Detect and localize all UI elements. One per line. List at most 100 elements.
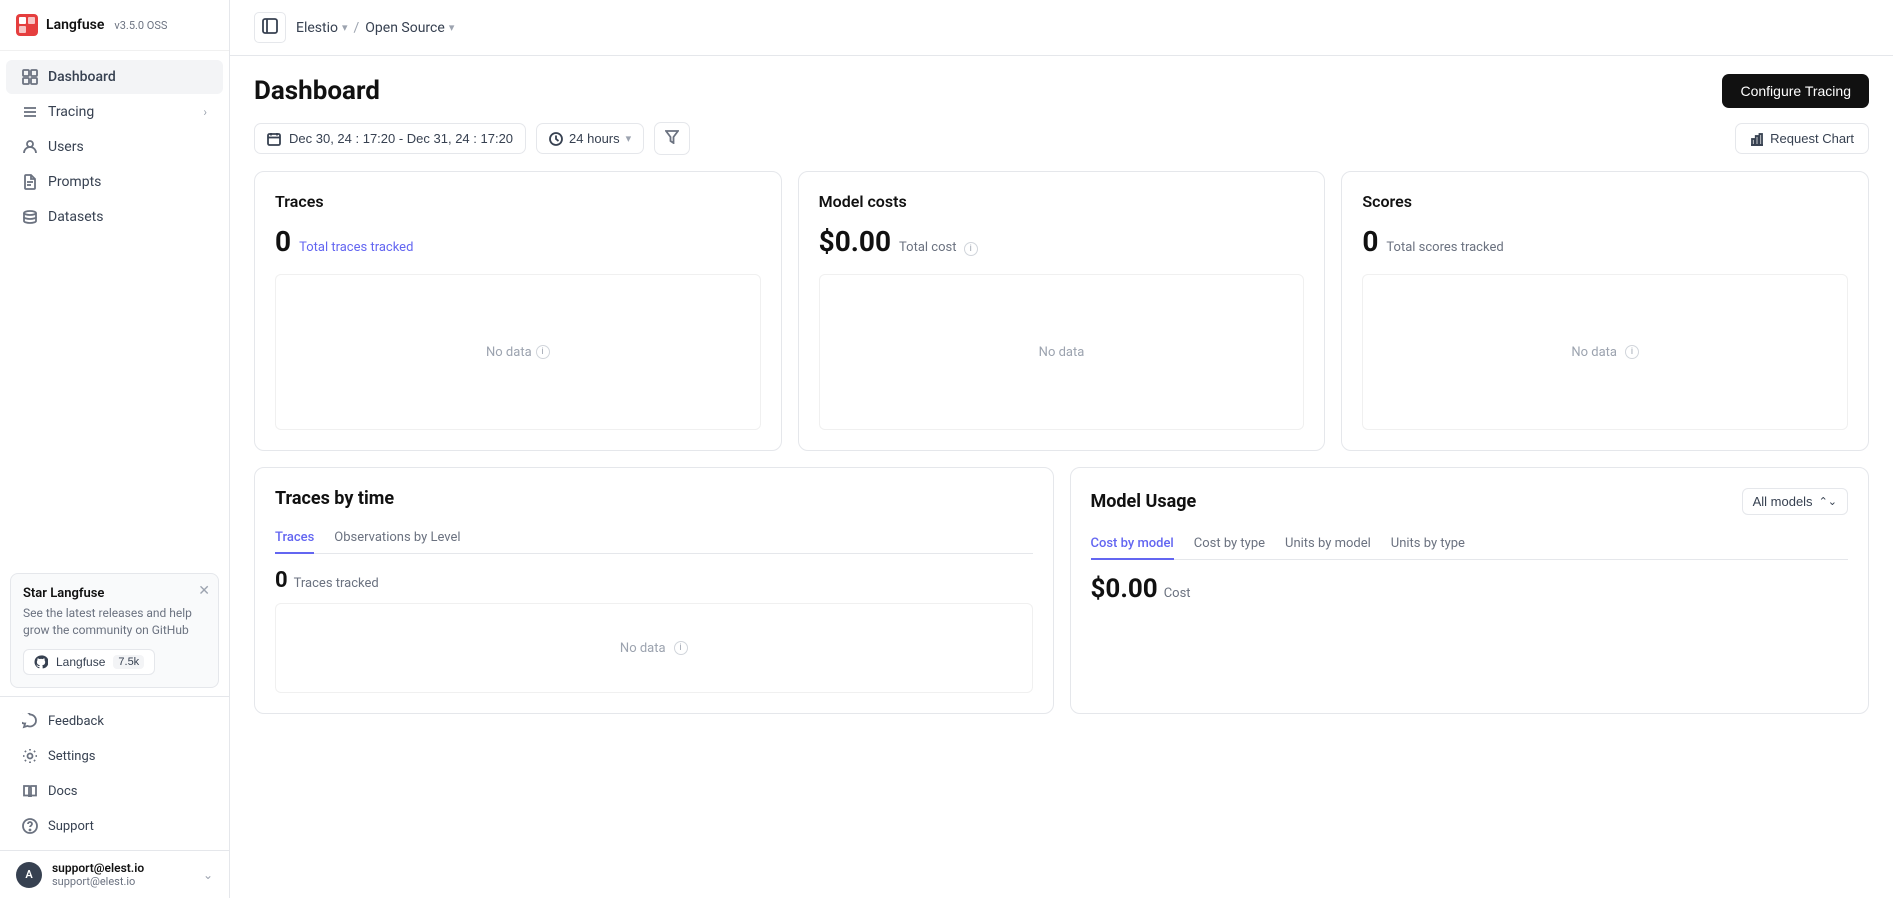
star-card-description: See the latest releases and help grow th… [23,605,206,639]
project-chevron-icon: ▾ [449,21,455,34]
prompts-label: Prompts [48,174,101,190]
user-icon [22,139,38,155]
traces-stat-card: Traces 0 Total traces tracked No data i [254,171,782,451]
github-icon [34,655,48,669]
main-content: Elestio ▾ / Open Source ▾ Dashboard Conf… [230,0,1893,898]
traces-card-title: Traces [275,192,761,211]
org-name: Elestio [296,20,338,36]
user-chevron-icon: ⌄ [203,868,213,882]
toggle-sidebar-button[interactable] [254,12,286,43]
traces-by-time-card: Traces by time Traces Observations by Le… [254,467,1054,714]
settings-icon [22,748,38,764]
star-card-github-button[interactable]: Langfuse 7.5k [23,649,155,675]
sidebar-item-prompts[interactable]: Prompts [6,165,223,199]
tab-cost-by-type[interactable]: Cost by type [1194,529,1265,560]
tab-cost-by-model[interactable]: Cost by model [1091,529,1174,560]
all-models-select[interactable]: All models ⌃⌄ [1742,488,1848,515]
filters-bar: Dec 30, 24 : 17:20 - Dec 31, 24 : 17:20 … [230,122,1893,171]
scores-subtitle: Total scores tracked [1386,240,1503,255]
grid-icon [22,69,38,85]
traces-by-time-subtitle: Traces tracked [294,576,379,591]
model-costs-chart-area: No data [819,274,1305,430]
org-chevron-icon: ▾ [342,21,348,34]
sidebar-item-feedback[interactable]: Feedback [6,704,223,738]
tab-units-by-model[interactable]: Units by model [1285,529,1371,560]
model-usage-title: Model Usage [1091,491,1197,512]
database-icon [22,209,38,225]
star-langfuse-card: ✕ Star Langfuse See the latest releases … [10,573,219,688]
sidebar-item-support[interactable]: Support [6,809,223,843]
app-name: Langfuse [46,17,104,33]
page-title: Dashboard [254,76,380,106]
star-card-close-button[interactable]: ✕ [198,582,210,599]
users-label: Users [48,139,84,155]
traces-by-time-no-data: No data i [620,641,688,656]
tab-observations-by-level[interactable]: Observations by Level [334,523,460,554]
sidebar-nav: Dashboard Tracing › Users [0,51,229,565]
breadcrumb: Elestio ▾ / Open Source ▾ [296,20,454,36]
settings-label: Settings [48,749,95,764]
model-costs-card-title: Model costs [819,192,1305,211]
sidebar: Langfuse v3.5.0 OSS Dashboard [0,0,230,898]
sidebar-item-users[interactable]: Users [6,130,223,164]
user-name: support@elest.io [52,861,193,875]
breadcrumb-project[interactable]: Open Source ▾ [365,20,454,36]
traces-info-icon[interactable]: i [536,345,550,359]
breadcrumb-separator: / [354,20,360,36]
request-chart-button[interactable]: Request Chart [1735,123,1869,154]
scores-card-title: Scores [1362,192,1848,211]
date-range-button[interactable]: Dec 30, 24 : 17:20 - Dec 31, 24 : 17:20 [254,123,526,154]
traces-value: 0 [275,225,291,258]
sidebar-item-docs[interactable]: Docs [6,774,223,808]
help-circle-icon [22,818,38,834]
scores-stat-card: Scores 0 Total scores tracked No data i [1341,171,1869,451]
sidebar-item-dashboard[interactable]: Dashboard [6,60,223,94]
model-costs-no-data: No data [1039,345,1085,360]
book-open-icon [22,783,38,799]
traces-by-time-title: Traces by time [275,488,394,509]
app-version: v3.5.0 OSS [114,19,167,32]
stats-row: Traces 0 Total traces tracked No data i … [230,171,1893,467]
star-card-title: Star Langfuse [23,586,206,601]
scores-no-data: No data i [1571,345,1639,360]
user-avatar: A [16,862,42,888]
topbar: Elestio ▾ / Open Source ▾ [230,0,1893,56]
model-costs-subtitle: Total cost i [899,240,978,256]
tab-units-by-type[interactable]: Units by type [1391,529,1465,560]
support-label: Support [48,819,94,834]
model-costs-value: $0.00 [819,225,891,258]
sidebar-logo: Langfuse v3.5.0 OSS [0,0,229,51]
scores-info-icon[interactable]: i [1625,345,1639,359]
file-text-icon [22,174,38,190]
request-chart-label: Request Chart [1770,131,1854,146]
sidebar-item-datasets[interactable]: Datasets [6,200,223,234]
traces-by-time-info-icon[interactable]: i [674,641,688,655]
filter-button[interactable] [654,122,690,155]
star-card-btn-label: Langfuse [56,655,105,669]
feedback-label: Feedback [48,714,104,729]
datasets-label: Datasets [48,209,103,225]
configure-tracing-button[interactable]: Configure Tracing [1722,74,1869,108]
model-usage-tabs: Cost by model Cost by type Units by mode… [1091,529,1849,560]
traces-by-time-tabs: Traces Observations by Level [275,523,1033,554]
star-count-badge: 7.5k [113,655,144,669]
time-filter-button[interactable]: 24 hours ▾ [536,123,644,154]
time-filter-chevron-icon: ▾ [626,132,632,145]
list-icon [22,104,38,120]
model-costs-info-icon[interactable]: i [964,242,978,256]
sidebar-bottom-nav: Feedback Settings Docs [0,696,229,850]
tracing-label: Tracing [48,104,94,120]
traces-chart-area: No data i [275,274,761,430]
tab-traces[interactable]: Traces [275,523,314,554]
breadcrumb-org[interactable]: Elestio ▾ [296,20,348,36]
user-row[interactable]: A support@elest.io support@elest.io ⌄ [0,850,229,898]
sidebar-item-tracing[interactable]: Tracing › [6,95,223,129]
date-range-value: Dec 30, 24 : 17:20 - Dec 31, 24 : 17:20 [289,131,513,146]
langfuse-logo-icon [16,14,38,36]
sidebar-item-settings[interactable]: Settings [6,739,223,773]
page-header: Dashboard Configure Tracing [230,56,1893,122]
scores-value: 0 [1362,225,1378,258]
model-usage-value: $0.00 [1091,574,1158,604]
dashboard-label: Dashboard [48,69,116,85]
all-models-chevron-icon: ⌃⌄ [1819,495,1837,508]
